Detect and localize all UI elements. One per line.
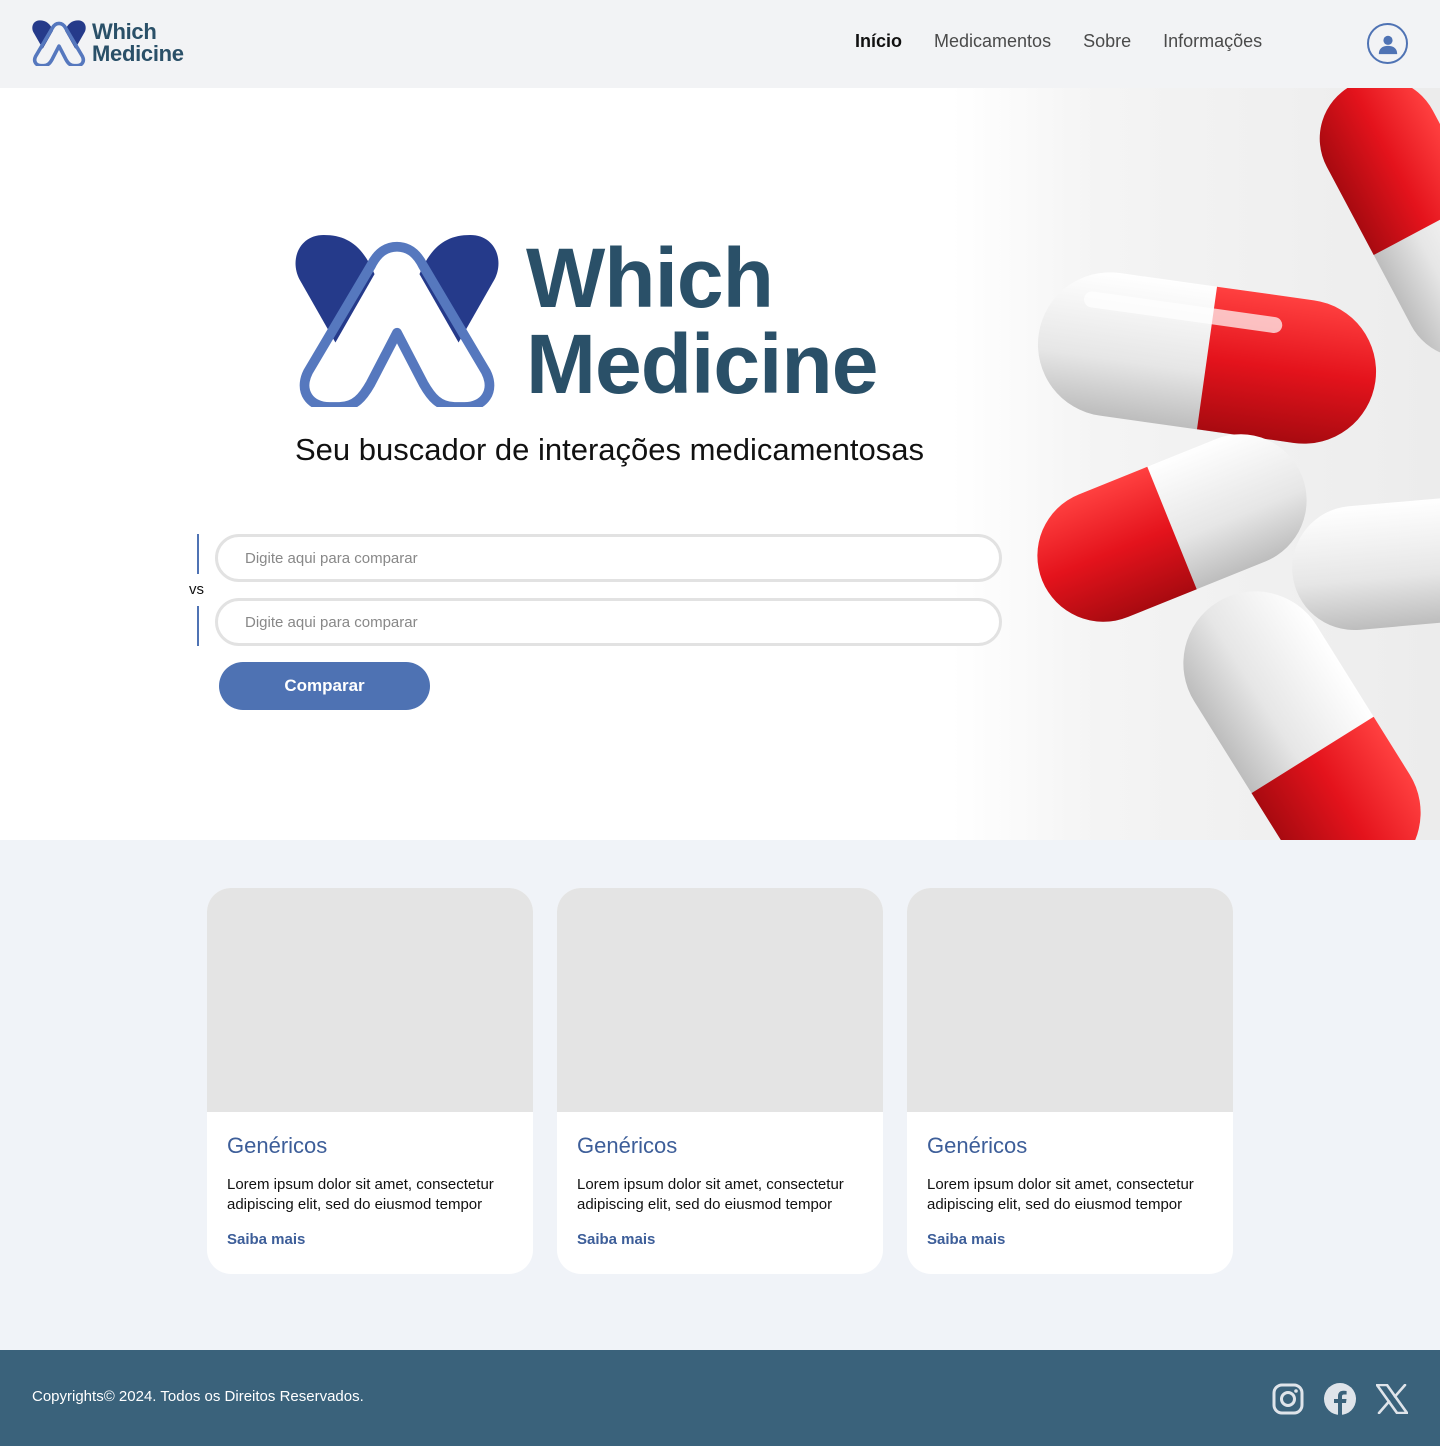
facebook-icon — [1324, 1383, 1356, 1416]
x-icon — [1376, 1384, 1408, 1414]
capsules-image — [952, 88, 1440, 840]
nav-item-informacoes[interactable]: Informações — [1163, 31, 1262, 52]
main-nav: Início Medicamentos Sobre Informações — [855, 31, 1262, 52]
user-icon — [1378, 35, 1397, 54]
site-header: Which Medicine Início Medicamentos Sobre… — [0, 0, 1440, 88]
card-text: Lorem ipsum dolor sit amet, consectetur … — [227, 1176, 494, 1213]
card-image-placeholder — [557, 888, 883, 1112]
which-medicine-logo-icon — [295, 235, 499, 407]
hero-logo-text: Which Medicine — [526, 231, 878, 411]
compare-button[interactable]: Comparar — [219, 662, 430, 710]
drug-search-input-1[interactable] — [215, 534, 1002, 582]
card-title: Genéricos — [227, 1133, 328, 1158]
hero-section: Which Medicine Seu buscador de interaçõe… — [0, 88, 1440, 840]
nav-item-medicamentos[interactable]: Medicamentos — [934, 31, 1051, 52]
card-read-more-link[interactable]: Saiba mais — [227, 1231, 305, 1248]
card-title: Genéricos — [927, 1133, 1028, 1158]
x-twitter-link[interactable] — [1375, 1382, 1409, 1416]
instagram-icon — [1272, 1383, 1304, 1415]
facebook-link[interactable] — [1323, 1382, 1357, 1416]
compare-divider-line — [197, 534, 199, 574]
card-read-more-link[interactable]: Saiba mais — [577, 1231, 655, 1248]
nav-item-sobre[interactable]: Sobre — [1083, 31, 1131, 52]
info-card: Genéricos Lorem ipsum dolor sit amet, co… — [207, 888, 533, 1274]
card-read-more-link[interactable]: Saiba mais — [927, 1231, 1005, 1248]
brand-name: Which Medicine — [92, 19, 184, 66]
compare-divider-line — [197, 606, 199, 646]
vs-label: vs — [189, 581, 204, 598]
card-image-placeholder — [907, 888, 1233, 1112]
card-image-placeholder — [207, 888, 533, 1112]
nav-item-inicio[interactable]: Início — [855, 31, 902, 52]
drug-search-input-2[interactable] — [215, 598, 1002, 646]
hero-tagline: Seu buscador de interações medicamentosa… — [295, 432, 924, 467]
brand-logo[interactable]: Which Medicine — [32, 20, 184, 66]
user-account-button[interactable] — [1367, 23, 1408, 64]
which-medicine-logo-icon — [32, 20, 86, 66]
hero-logo: Which Medicine — [294, 231, 878, 411]
site-footer: Copyrights© 2024. Todos os Direitos Rese… — [0, 1350, 1440, 1446]
info-card: Genéricos Lorem ipsum dolor sit amet, co… — [907, 888, 1233, 1274]
info-card: Genéricos Lorem ipsum dolor sit amet, co… — [557, 888, 883, 1274]
card-title: Genéricos — [577, 1133, 678, 1158]
copyright-text: Copyrights© 2024. Todos os Direitos Rese… — [32, 1388, 364, 1405]
card-text: Lorem ipsum dolor sit amet, consectetur … — [577, 1176, 844, 1213]
card-text: Lorem ipsum dolor sit amet, consectetur … — [927, 1176, 1194, 1213]
instagram-link[interactable] — [1271, 1382, 1305, 1416]
